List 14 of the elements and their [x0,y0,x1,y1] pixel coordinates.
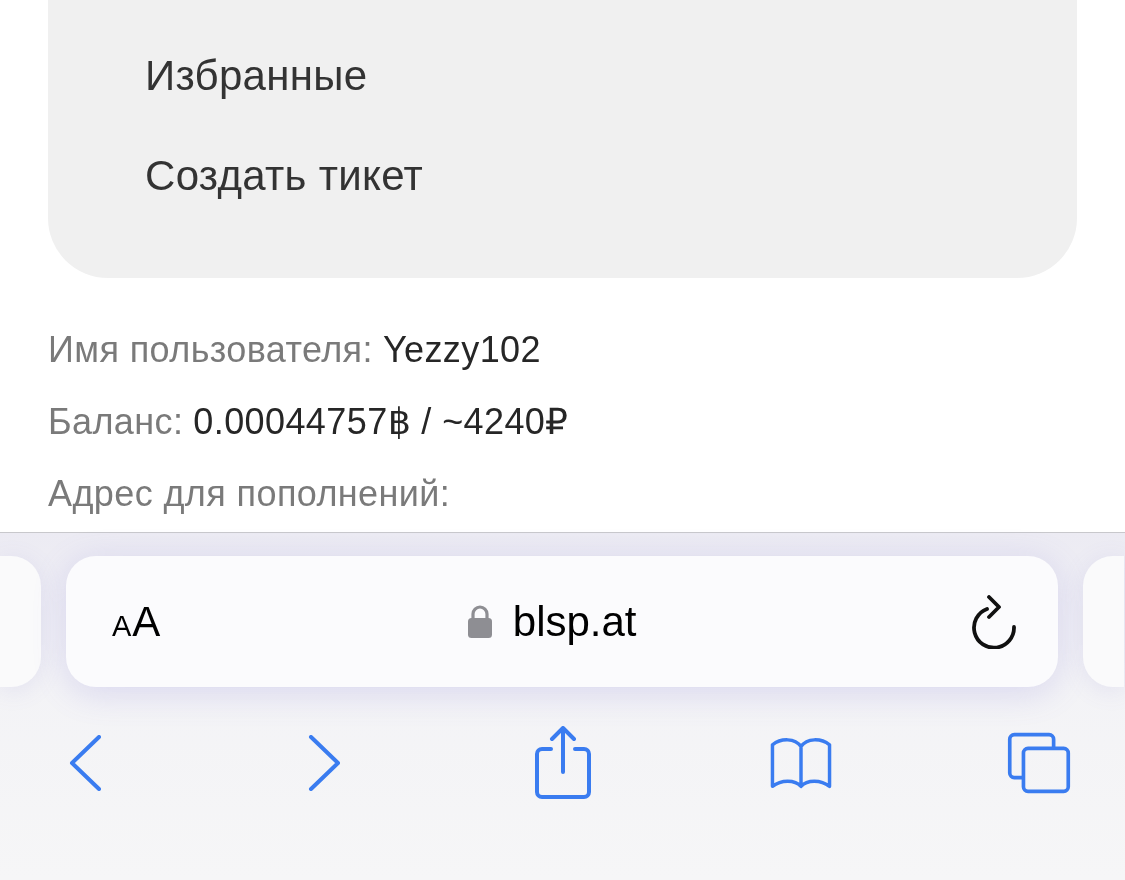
forward-icon [307,735,342,791]
account-label: Адрес для пополнений: [48,476,451,512]
url-text: blsp.at [512,600,637,643]
address-bar[interactable]: AA blsp.at [66,556,1058,687]
account-value: Yezzy102 [382,332,541,368]
account-value: 0.00044757฿ / ~4240₽ [193,404,569,440]
account-label: Имя пользователя: [48,332,373,368]
back-icon [69,735,103,791]
menu-item[interactable]: Создать тикет [145,155,423,197]
reload-icon[interactable] [970,594,1018,649]
text-size-button[interactable]: AA [112,600,162,643]
account-label: Баланс: [48,404,184,440]
menu-item[interactable]: Избранные [145,55,368,97]
share-icon [532,726,593,800]
